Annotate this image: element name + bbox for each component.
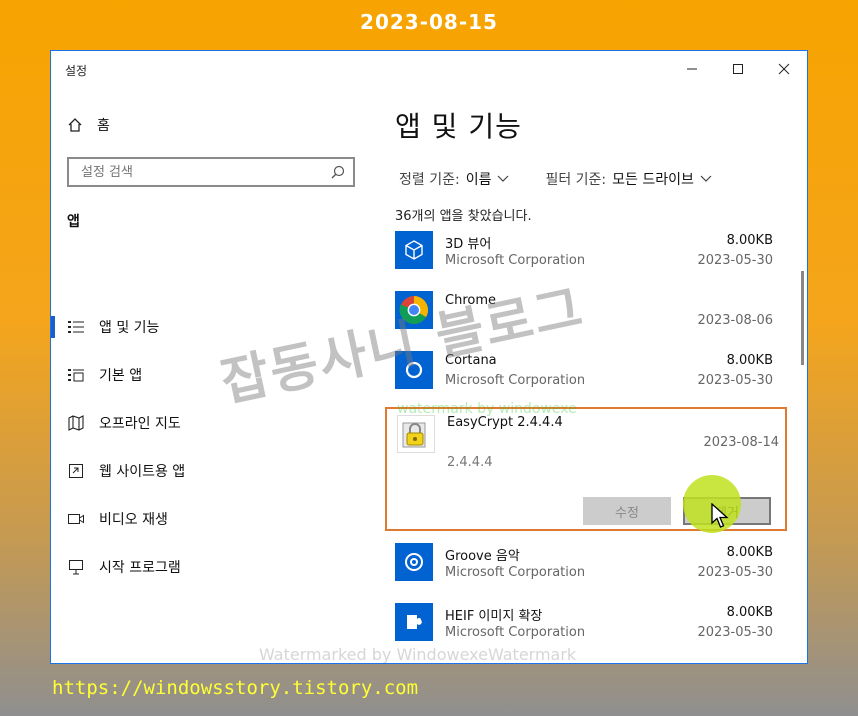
sidebar-item-label: 웹 사이트용 앱 — [99, 464, 186, 480]
groove-music-icon — [395, 543, 433, 581]
page-title: 앱 및 기능 — [395, 110, 522, 143]
default-apps-icon — [67, 366, 85, 384]
sidebar-item-video-playback[interactable]: 비디오 재생 — [51, 499, 381, 539]
sidebar-item-label: 오프라인 지도 — [99, 416, 181, 432]
filter-bar: 정렬 기준: 이름 필터 기준: 모든 드라이브 — [399, 169, 712, 189]
sort-dropdown[interactable]: 정렬 기준: 이름 — [399, 169, 509, 189]
sidebar-item-label: 앱 및 기능 — [99, 320, 160, 336]
filter-label: 필터 기준: — [545, 172, 607, 188]
watermark-bottom: Watermarked by WindowexeWatermark — [259, 645, 577, 664]
sidebar-item-startup[interactable]: 시작 프로그램 — [51, 547, 381, 587]
app-date: 2023-08-06 — [697, 313, 773, 328]
video-icon — [67, 510, 85, 528]
list-item-selected[interactable]: EasyCrypt 2.4.4.4 2023-08-14 2.4.4.4 수정 … — [385, 407, 787, 533]
filter-dropdown[interactable]: 필터 기준: 모든 드라이브 — [545, 169, 712, 189]
app-publisher: Microsoft Corporation — [445, 625, 586, 640]
list-item[interactable]: Groove 음악 Microsoft Corporation 8.00KB 2… — [395, 539, 777, 599]
scrollbar-thumb[interactable] — [801, 271, 804, 365]
sidebar-home[interactable]: 홈 — [67, 115, 110, 135]
modify-button[interactable]: 수정 — [583, 497, 671, 525]
close-button[interactable] — [761, 51, 807, 87]
app-name: Groove 음악 — [445, 549, 520, 564]
sidebar-item-label: 기본 앱 — [99, 368, 143, 384]
app-count: 36개의 앱을 찾았습니다. — [395, 209, 532, 224]
app-date: 2023-05-30 — [697, 373, 773, 388]
app-publisher: Microsoft Corporation — [445, 253, 586, 268]
easycrypt-icon — [397, 415, 435, 453]
settings-search[interactable] — [67, 157, 355, 187]
app-date: 2023-05-30 — [697, 253, 773, 268]
sort-label: 정렬 기준: — [399, 172, 460, 188]
app-publisher: Microsoft Corporation — [445, 373, 586, 388]
home-label: 홈 — [97, 118, 110, 134]
chevron-down-icon — [498, 175, 509, 182]
filter-value: 모든 드라이브 — [612, 172, 694, 188]
heif-extension-icon — [395, 603, 433, 641]
watermark-small: watermark by windowexe — [397, 401, 577, 417]
title-bar: 설정 — [51, 51, 807, 87]
app-name: EasyCrypt 2.4.4.4 — [447, 415, 563, 430]
section-label-apps: 앱 — [67, 214, 80, 230]
settings-window: 설정 홈 앱 앱 및 기능 — [50, 50, 808, 664]
startup-icon — [67, 558, 85, 576]
3d-viewer-icon — [395, 231, 433, 269]
app-size: 8.00KB — [726, 545, 773, 560]
web-app-icon — [67, 462, 85, 480]
maximize-icon — [733, 64, 743, 74]
app-date: 2023-08-14 — [703, 435, 779, 450]
search-input[interactable] — [79, 163, 313, 181]
sidebar-item-web-apps[interactable]: 웹 사이트용 앱 — [51, 451, 381, 491]
active-indicator — [51, 316, 55, 338]
sidebar-item-label: 시작 프로그램 — [99, 560, 181, 576]
sidebar-item-offline-maps[interactable]: 오프라인 지도 — [51, 403, 381, 443]
maximize-button[interactable] — [715, 51, 761, 87]
app-size: 8.00KB — [726, 233, 773, 248]
search-icon[interactable] — [331, 165, 345, 179]
close-icon — [778, 63, 790, 75]
home-icon — [68, 118, 82, 132]
sidebar-item-label: 비디오 재생 — [99, 512, 168, 528]
app-date: 2023-05-30 — [697, 625, 773, 640]
mouse-cursor-icon — [711, 503, 729, 528]
minimize-button[interactable] — [669, 51, 715, 87]
app-name: 3D 뷰어 — [445, 237, 492, 252]
app-size: 8.00KB — [726, 605, 773, 620]
window-title: 설정 — [65, 64, 88, 78]
app-version: 2.4.4.4 — [447, 455, 493, 470]
sort-value: 이름 — [465, 172, 492, 188]
date-banner: 2023-08-15 — [360, 10, 498, 34]
app-name: HEIF 이미지 확장 — [445, 609, 543, 624]
app-date: 2023-05-30 — [697, 565, 773, 580]
blog-url: https://windowsstory.tistory.com — [52, 677, 419, 699]
offline-map-icon — [67, 414, 85, 432]
app-size: 8.00KB — [726, 353, 773, 368]
main-panel: 앱 및 기능 정렬 기준: 이름 필터 기준: 모든 드라이브 36개의 앱을 … — [381, 87, 807, 663]
chevron-down-icon — [700, 175, 712, 182]
apps-list-icon — [67, 318, 85, 336]
list-item[interactable]: 3D 뷰어 Microsoft Corporation 8.00KB 2023-… — [395, 227, 777, 287]
minimize-icon — [687, 68, 697, 70]
app-publisher: Microsoft Corporation — [445, 565, 586, 580]
